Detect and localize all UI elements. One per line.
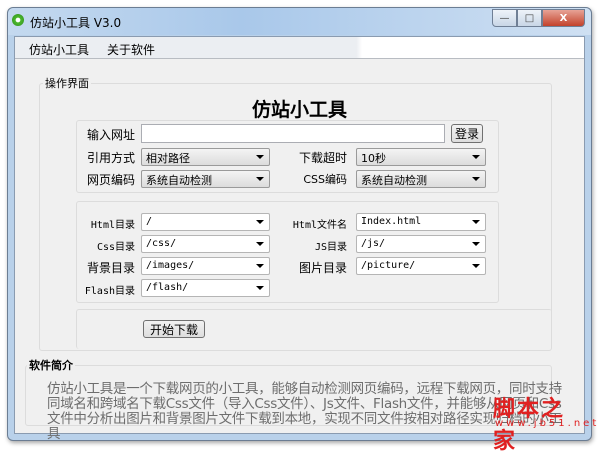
title-bar[interactable]: 仿站小工具 V3.0 — □ X: [8, 8, 591, 35]
pic-dir-value: /picture/: [361, 260, 416, 271]
window-title: 仿站小工具 V3.0: [30, 16, 122, 30]
chevron-down-icon: [256, 264, 264, 268]
minimize-button[interactable]: —: [492, 9, 517, 27]
css-encoding-label: CSS编码: [303, 173, 347, 186]
chevron-down-icon: [256, 242, 264, 246]
css-dir-label: Css目录: [96, 242, 135, 253]
js-dir-combo[interactable]: /js/: [356, 235, 486, 253]
html-name-label: Html文件名: [292, 220, 347, 231]
flash-dir-combo[interactable]: /flash/: [141, 279, 270, 297]
css-dir-combo[interactable]: /css/: [141, 235, 270, 253]
watermark-url: www.jb51.net: [495, 418, 600, 429]
url-input[interactable]: [141, 124, 445, 143]
chevron-down-icon: [256, 286, 264, 290]
bg-dir-label: 背景目录: [86, 261, 135, 275]
js-dir-label: JS目录: [314, 242, 347, 253]
operation-group-label: 操作界面: [43, 75, 91, 91]
client-area: 仿站小工具 关于软件 操作界面 仿站小工具 输入网址 登录 引用方式 相对路径 …: [14, 36, 596, 454]
start-download-button[interactable]: 开始下载: [143, 320, 205, 338]
css-encoding-value: 系统自动检测: [361, 174, 427, 187]
timeout-select[interactable]: 10秒: [356, 148, 486, 166]
app-window: 仿站小工具 V3.0 — □ X 仿站小工具 关于软件 操作界面 仿站小工具 输…: [7, 7, 596, 454]
html-name-combo[interactable]: Index.html: [356, 213, 486, 231]
chevron-down-icon: [472, 264, 480, 268]
css-encoding-select[interactable]: 系统自动检测: [356, 170, 486, 188]
page-encoding-select[interactable]: 系统自动检测: [141, 170, 270, 188]
html-dir-label: Html目录: [90, 220, 135, 231]
page-encoding-label: 网页编码: [86, 173, 135, 187]
page-heading: 仿站小工具: [251, 99, 347, 121]
close-button[interactable]: X: [542, 9, 585, 27]
chevron-down-icon: [256, 177, 264, 181]
html-dir-combo[interactable]: /: [141, 213, 270, 231]
intro-label: 软件简介: [27, 357, 75, 373]
html-dir-value: /: [146, 216, 153, 227]
chevron-down-icon: [472, 155, 480, 159]
url-label: 输入网址: [86, 128, 135, 142]
chevron-down-icon: [256, 220, 264, 224]
menu-tool[interactable]: 仿站小工具: [23, 37, 95, 58]
login-button[interactable]: 登录: [451, 124, 483, 143]
ref-mode-value: 相对路径: [146, 152, 190, 165]
html-name-value: Index.html: [361, 216, 422, 227]
flash-dir-label: Flash目录: [84, 286, 135, 297]
timeout-value: 10秒: [361, 152, 386, 165]
menu-about[interactable]: 关于软件: [101, 37, 161, 58]
pic-dir-label: 图片目录: [298, 261, 347, 275]
pic-dir-combo[interactable]: /picture/: [356, 257, 486, 275]
chevron-down-icon: [472, 220, 480, 224]
app-icon: [12, 14, 24, 26]
menu-bar: 仿站小工具 关于软件: [15, 37, 584, 59]
chevron-down-icon: [472, 177, 480, 181]
timeout-label: 下载超时: [298, 151, 347, 165]
chevron-down-icon: [472, 242, 480, 246]
bg-dir-value: /images/: [146, 260, 195, 271]
intro-text: 仿站小工具是一个下载网页的小工具，能够自动检测网页编码，远程下载网页，同时支持同…: [47, 381, 562, 442]
bg-dir-combo[interactable]: /images/: [141, 257, 270, 275]
js-dir-value: /js/: [361, 238, 386, 249]
flash-dir-value: /flash/: [146, 282, 189, 293]
css-dir-value: /css/: [146, 238, 177, 249]
ref-mode-select[interactable]: 相对路径: [141, 148, 270, 166]
ref-mode-label: 引用方式: [86, 151, 135, 165]
chevron-down-icon: [256, 155, 264, 159]
page-encoding-value: 系统自动检测: [146, 174, 212, 187]
maximize-button[interactable]: □: [517, 9, 542, 27]
